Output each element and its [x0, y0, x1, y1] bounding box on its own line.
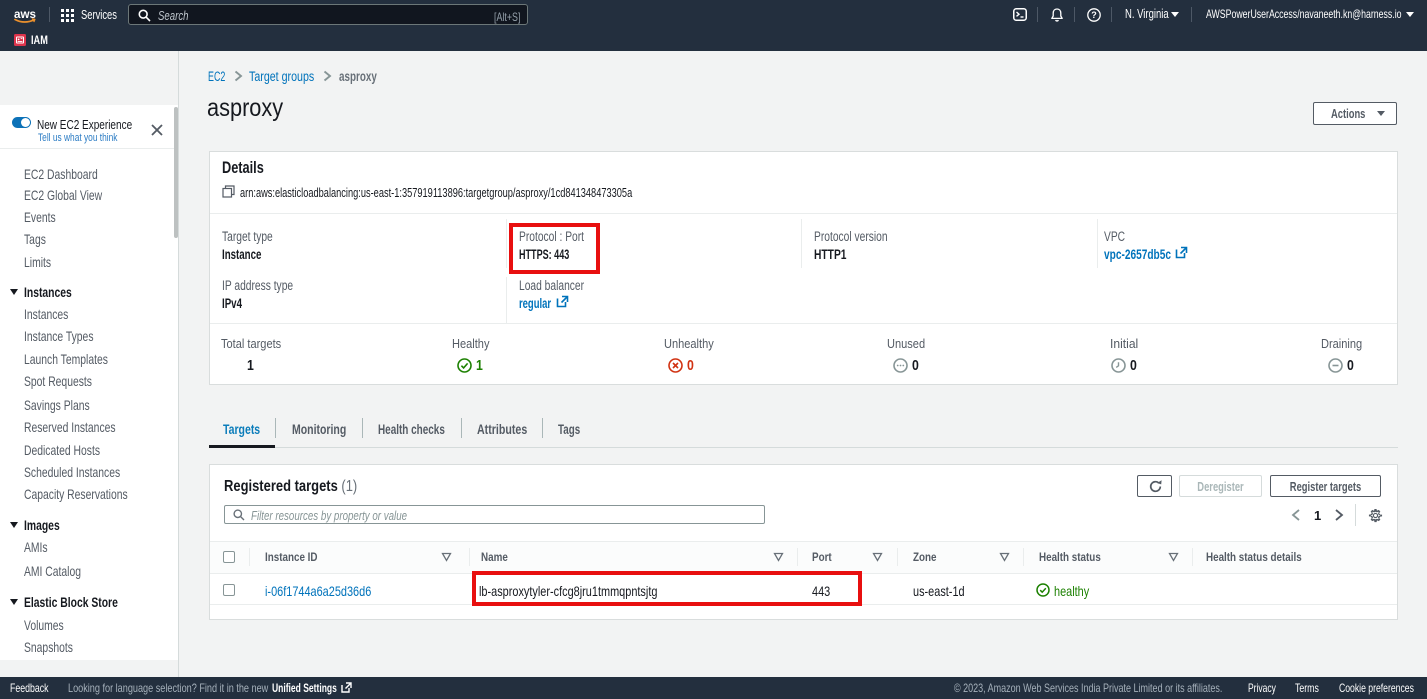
- svg-text:?: ?: [1091, 10, 1097, 20]
